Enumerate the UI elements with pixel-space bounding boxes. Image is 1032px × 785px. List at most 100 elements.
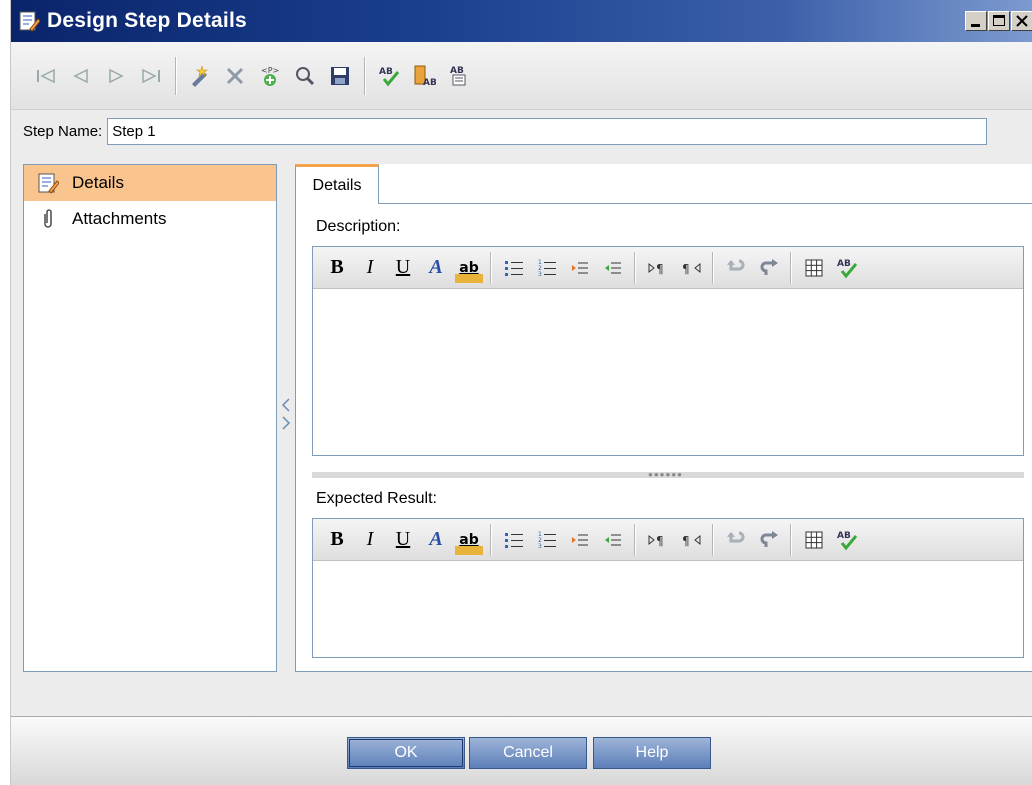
decrease-indent-button[interactable] [599, 525, 627, 555]
numbered-list-button[interactable]: 123 [533, 525, 561, 555]
insert-table-button[interactable] [800, 253, 828, 283]
panel-splitter[interactable] [281, 395, 291, 435]
expected-result-editor-toolbar: B I U A ab 123 ¶ ¶ AB [313, 519, 1023, 561]
tab-strip: Details [295, 164, 1032, 204]
description-text-area[interactable] [313, 289, 1023, 455]
toolbar-separator [364, 56, 365, 95]
svg-text:AB: AB [837, 531, 851, 541]
close-icon [1016, 15, 1028, 27]
font-color-button[interactable]: A [422, 525, 450, 555]
step-name-input[interactable] [107, 117, 988, 145]
left-to-right-icon: ¶ [648, 262, 664, 276]
cancel-button[interactable]: Cancel [469, 737, 587, 769]
details-nav-panel: Details Attachments [23, 164, 277, 672]
description-label: Description: [316, 218, 401, 235]
thesaurus-button[interactable]: AB [409, 61, 439, 91]
description-editor: B I U A ab 123 ¶ ¶ AB [312, 246, 1024, 456]
expected-result-label: Expected Result: [316, 490, 437, 507]
delete-step-button[interactable] [220, 61, 250, 91]
increase-indent-button[interactable] [566, 525, 594, 555]
expected-result-editor: B I U A ab 123 ¶ ¶ AB [312, 518, 1024, 658]
bold-button[interactable]: B [323, 525, 351, 555]
window-controls [964, 11, 1032, 31]
expected-result-text-area[interactable] [313, 561, 1023, 657]
redo-icon [760, 258, 778, 275]
spell-check-icon: AB [379, 67, 400, 86]
help-button[interactable]: Help [593, 737, 711, 769]
dialog-button-bar: OK Cancel Help [11, 716, 1032, 785]
nav-item-details[interactable]: Details [24, 165, 276, 201]
editor-toolbar-separator [634, 251, 635, 284]
nav-item-attachments[interactable]: Attachments [24, 201, 276, 237]
bulleted-list-button[interactable] [500, 253, 528, 283]
ok-button[interactable]: OK [347, 737, 465, 769]
description-editor-toolbar: B I U A ab 123 ¶ ¶ AB [313, 247, 1023, 289]
spell-check-button[interactable]: AB [833, 253, 861, 283]
spelling-options-button[interactable]: AB [444, 61, 474, 91]
left-to-right-button[interactable]: ¶ [644, 525, 672, 555]
spelling-options-icon: AB [450, 66, 466, 85]
previous-icon [73, 68, 88, 83]
save-button[interactable] [325, 61, 355, 91]
spell-check-button[interactable]: AB [374, 61, 404, 91]
thesaurus-icon: AB [414, 65, 436, 88]
left-to-right-button[interactable]: ¶ [644, 253, 672, 283]
highlight-button[interactable]: ab [455, 524, 483, 555]
minimize-button[interactable] [965, 11, 987, 31]
new-step-button[interactable] [185, 61, 215, 91]
redo-button[interactable] [755, 253, 783, 283]
search-icon [296, 66, 315, 85]
tab-details[interactable]: Details [295, 164, 379, 204]
right-to-left-button[interactable]: ¶ [677, 525, 705, 555]
editor-toolbar-separator [712, 523, 713, 556]
italic-button[interactable]: I [356, 525, 384, 555]
editor-resize-handle[interactable]: ●●●●●● [312, 471, 1024, 479]
svg-text:¶: ¶ [656, 262, 664, 276]
editor-toolbar-separator [634, 523, 635, 556]
bulleted-list-button[interactable] [500, 525, 528, 555]
increase-indent-icon [572, 262, 588, 273]
last-step-button[interactable] [136, 61, 166, 91]
increase-indent-button[interactable] [566, 253, 594, 283]
highlight-button[interactable]: ab [455, 252, 483, 283]
undo-button[interactable] [722, 525, 750, 555]
svg-text:¶: ¶ [682, 262, 690, 276]
bulleted-list-icon [505, 532, 523, 548]
spell-check-icon: AB [837, 259, 858, 278]
underline-button[interactable]: U [389, 253, 417, 283]
svg-text:¶: ¶ [682, 534, 690, 548]
undo-button[interactable] [722, 253, 750, 283]
numbered-list-button[interactable]: 123 [533, 253, 561, 283]
svg-text:¶: ¶ [656, 534, 664, 548]
nav-item-label: Details [72, 173, 124, 192]
step-name-row: Step Name: [11, 114, 1032, 148]
step-name-label: Step Name: [23, 122, 103, 140]
next-step-button[interactable] [101, 61, 131, 91]
spell-check-button[interactable]: AB [833, 525, 861, 555]
insert-table-button[interactable] [800, 525, 828, 555]
undo-icon [727, 531, 745, 542]
main-toolbar: <P> AB AB AB [11, 42, 1032, 110]
right-to-left-icon: ¶ [682, 262, 701, 276]
first-step-button[interactable] [31, 61, 61, 91]
spell-check-icon: AB [837, 531, 858, 550]
decrease-indent-icon [605, 534, 621, 545]
font-color-button[interactable]: A [422, 253, 450, 283]
right-to-left-button[interactable]: ¶ [677, 253, 705, 283]
editor-toolbar-separator [790, 251, 791, 284]
insert-parameter-button[interactable]: <P> [255, 61, 285, 91]
underline-button[interactable]: U [389, 525, 417, 555]
italic-button[interactable]: I [356, 253, 384, 283]
bulleted-list-icon [505, 260, 523, 276]
redo-button[interactable] [755, 525, 783, 555]
find-button[interactable] [290, 61, 320, 91]
maximize-button[interactable] [988, 11, 1010, 31]
close-button[interactable] [1011, 11, 1032, 31]
maximize-icon [993, 15, 1005, 26]
previous-step-button[interactable] [66, 61, 96, 91]
insert-parameter-icon: <P> [261, 66, 279, 86]
decrease-indent-button[interactable] [599, 253, 627, 283]
title-bar[interactable]: Design Step Details [11, 0, 1032, 42]
collapse-arrows-icon [281, 398, 291, 430]
bold-button[interactable]: B [323, 253, 351, 283]
